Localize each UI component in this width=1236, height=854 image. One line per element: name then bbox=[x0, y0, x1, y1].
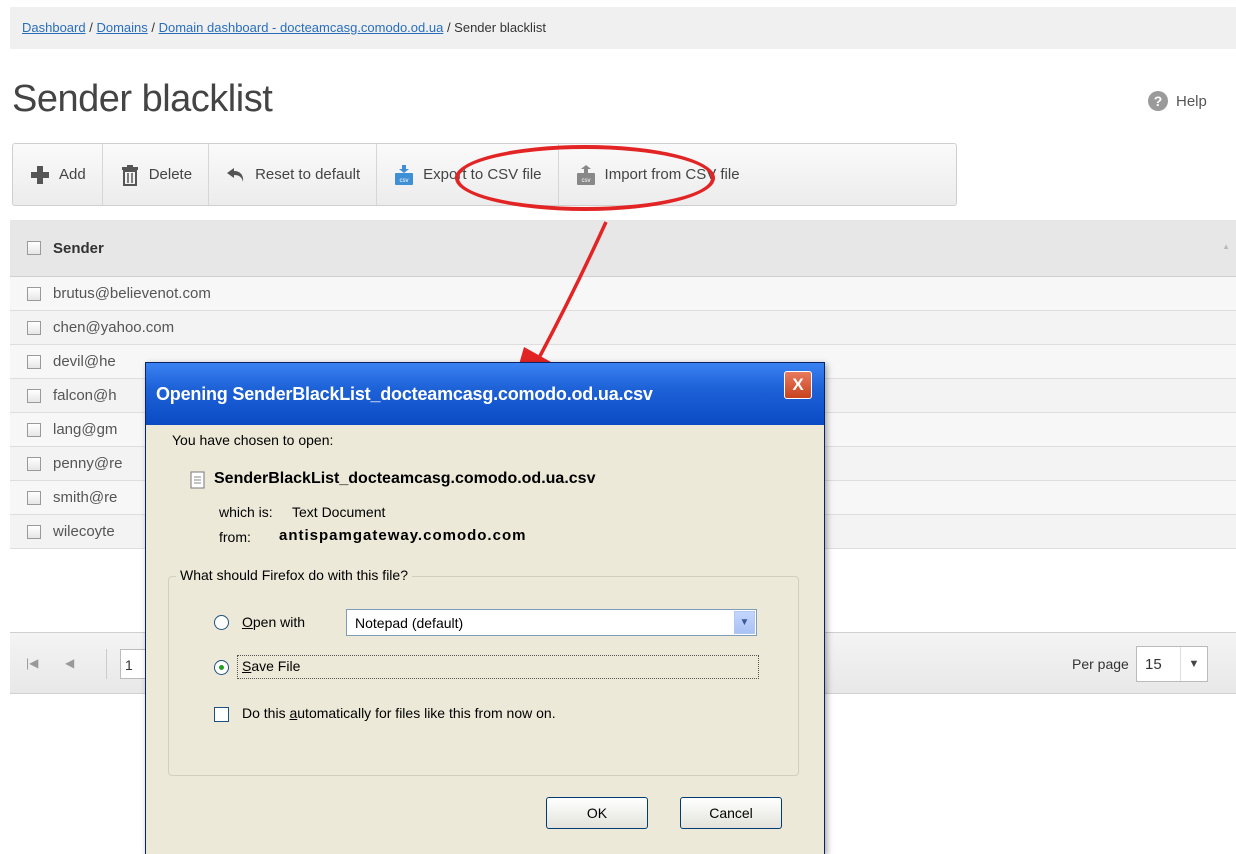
import-from-csv-button[interactable]: csv Import from CSV file bbox=[559, 144, 756, 205]
toolbar: Add Delete Reset to default csv Export t… bbox=[12, 143, 957, 206]
dialog-filename: SenderBlackList_docteamcasg.comodo.od.ua… bbox=[214, 470, 596, 487]
table-row[interactable]: chen@yahoo.com bbox=[10, 311, 1236, 345]
row-checkbox[interactable] bbox=[27, 388, 41, 403]
csv-import-icon: csv bbox=[575, 164, 597, 186]
file-download-dialog: Opening SenderBlackList_docteamcasg.como… bbox=[145, 362, 825, 854]
breadcrumb: Dashboard / Domains / Domain dashboard -… bbox=[10, 7, 1236, 49]
sender-email: wilecoyte bbox=[53, 523, 115, 540]
add-button-label: Add bbox=[59, 166, 86, 183]
per-page-value: 15 bbox=[1145, 655, 1162, 673]
cancel-button[interactable]: Cancel bbox=[680, 797, 782, 829]
first-page-icon[interactable]: |◀ bbox=[26, 656, 38, 670]
breadcrumb-domain-dashboard-link[interactable]: Domain dashboard - docteamcasg.comodo.od… bbox=[159, 20, 444, 35]
row-checkbox[interactable] bbox=[27, 490, 41, 505]
pager-divider bbox=[106, 649, 107, 679]
export-to-csv-button[interactable]: csv Export to CSV file bbox=[377, 144, 559, 205]
chevron-down-icon: ▼ bbox=[1180, 647, 1207, 681]
sort-arrow-icon: ▲ bbox=[1222, 242, 1230, 251]
ok-button[interactable]: OK bbox=[546, 797, 648, 829]
plus-icon bbox=[29, 164, 51, 186]
text-file-icon bbox=[190, 471, 206, 492]
chosen-label: You have chosen to open: bbox=[172, 432, 334, 448]
sender-email: smith@re bbox=[53, 489, 118, 506]
trash-icon bbox=[119, 164, 141, 186]
breadcrumb-separator: / bbox=[85, 20, 97, 35]
breadcrumb-domains-link[interactable]: Domains bbox=[96, 20, 147, 35]
breadcrumb-current: Sender blacklist bbox=[454, 20, 546, 35]
page-title: Sender blacklist bbox=[12, 78, 273, 120]
sender-email: penny@re bbox=[53, 455, 123, 472]
prev-page-icon[interactable]: ◀ bbox=[65, 656, 74, 670]
which-is-value: Text Document bbox=[292, 504, 386, 520]
reset-to-default-label: Reset to default bbox=[255, 166, 361, 183]
sender-column-header[interactable]: Sender bbox=[53, 240, 104, 257]
delete-button-label: Delete bbox=[148, 166, 193, 183]
action-question: What should Firefox do with this file? bbox=[176, 567, 412, 583]
from-value: antispamgateway.comodo.com bbox=[279, 527, 527, 544]
save-file-focus bbox=[237, 655, 759, 679]
chevron-down-icon: ▼ bbox=[734, 611, 755, 634]
save-file-radio[interactable] bbox=[214, 660, 229, 675]
open-with-text: pen with bbox=[252, 614, 306, 630]
which-is-label: which is: bbox=[219, 504, 273, 520]
per-page-select[interactable]: 15 ▼ bbox=[1136, 646, 1208, 682]
open-with-radio[interactable] bbox=[214, 615, 229, 630]
open-with-accesskey: O bbox=[242, 614, 253, 630]
help-icon: ? bbox=[1148, 91, 1168, 111]
import-from-csv-label: Import from CSV file bbox=[604, 166, 740, 183]
save-file-accesskey: S bbox=[242, 658, 252, 674]
reset-to-default-button[interactable]: Reset to default bbox=[209, 144, 378, 205]
sender-email: chen@yahoo.com bbox=[53, 319, 175, 336]
add-button[interactable]: Add bbox=[13, 144, 103, 205]
open-with-label[interactable]: Open with bbox=[242, 614, 305, 630]
svg-text:csv: csv bbox=[581, 178, 590, 184]
auto-text-rest: utomatically for files like this from no… bbox=[297, 705, 556, 721]
grid-header: Sender ▲ bbox=[10, 220, 1236, 277]
row-checkbox[interactable] bbox=[27, 354, 41, 369]
breadcrumb-separator: / bbox=[443, 20, 455, 35]
breadcrumb-separator: / bbox=[147, 20, 159, 35]
row-checkbox[interactable] bbox=[27, 286, 41, 301]
from-label: from: bbox=[219, 529, 251, 545]
table-row[interactable]: brutus@believenot.com bbox=[10, 277, 1236, 311]
help-link[interactable]: ? Help bbox=[1148, 91, 1207, 111]
open-with-select[interactable]: Notepad (default) ▼ bbox=[346, 609, 757, 636]
auto-text-pre: Do this bbox=[242, 705, 290, 721]
row-checkbox[interactable] bbox=[27, 422, 41, 437]
save-file-text: ave File bbox=[251, 658, 301, 674]
open-with-app: Notepad (default) bbox=[355, 615, 464, 631]
auto-label[interactable]: Do this automatically for files like thi… bbox=[242, 705, 556, 721]
row-checkbox[interactable] bbox=[27, 320, 41, 335]
breadcrumb-dashboard-link[interactable]: Dashboard bbox=[22, 20, 86, 35]
csv-export-icon: csv bbox=[393, 164, 415, 186]
sender-email: devil@he bbox=[53, 353, 116, 370]
sender-email: lang@gm bbox=[53, 421, 118, 438]
save-file-label[interactable]: Save File bbox=[242, 658, 300, 674]
svg-text:csv: csv bbox=[400, 178, 409, 184]
per-page-label: Per page bbox=[1072, 656, 1129, 672]
sender-email: brutus@believenot.com bbox=[53, 285, 211, 302]
delete-button[interactable]: Delete bbox=[103, 144, 210, 205]
row-checkbox[interactable] bbox=[27, 524, 41, 539]
help-label: Help bbox=[1176, 92, 1207, 110]
undo-icon bbox=[225, 164, 247, 186]
sender-email: falcon@h bbox=[53, 387, 117, 404]
export-to-csv-label: Export to CSV file bbox=[423, 166, 542, 183]
select-all-checkbox[interactable] bbox=[27, 241, 41, 255]
auto-checkbox[interactable] bbox=[214, 707, 229, 722]
row-checkbox[interactable] bbox=[27, 456, 41, 471]
